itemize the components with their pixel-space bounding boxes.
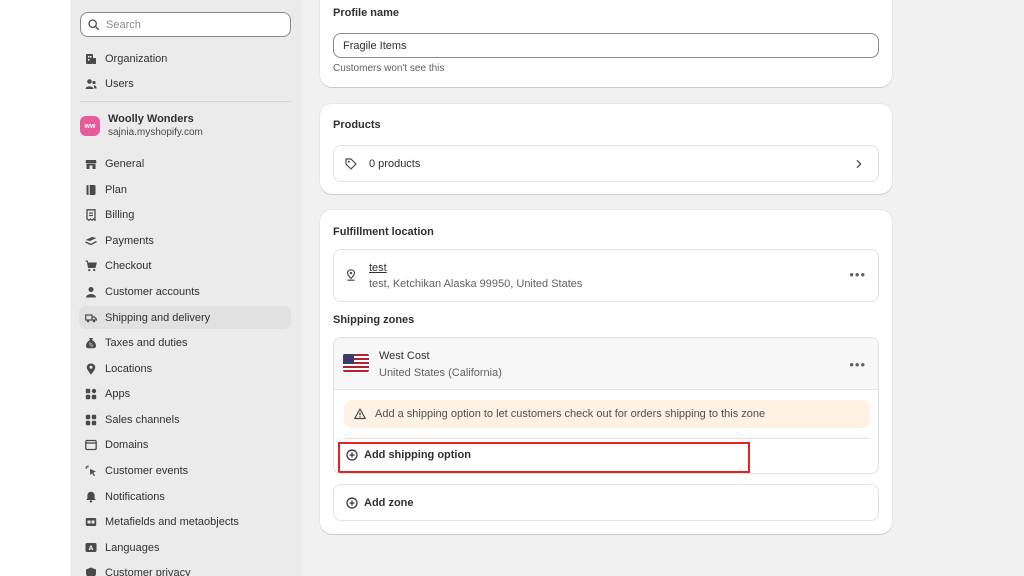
sidebar-item-organization[interactable]: Organization [79, 47, 291, 70]
shipping-warning-text: Add a shipping option to let customers c… [375, 408, 766, 420]
search-input[interactable]: Search [80, 12, 291, 37]
tax-icon: % [85, 337, 97, 349]
store-url: sajnia.myshopify.com [108, 127, 203, 138]
products-row[interactable]: 0 products [333, 145, 879, 182]
shipping-zone-box: West Cost United States (California) •••… [333, 337, 879, 474]
settings-sidebar: Search Organization Users ww Woolly Wond… [70, 0, 301, 576]
truck-icon [85, 312, 97, 324]
metafields-icon [85, 516, 97, 528]
globe-icon [85, 439, 97, 451]
svg-text:%: % [89, 342, 94, 348]
location-pin-icon [346, 269, 356, 281]
profile-name-hint: Customers won't see this [333, 63, 445, 74]
cart-icon [85, 259, 97, 272]
fulfillment-location-title: Fulfillment location [333, 226, 434, 238]
zone-region: United States (California) [379, 367, 502, 379]
shipping-zones-title: Shipping zones [333, 314, 415, 326]
sidebar-item-metafields[interactable]: Metafields and metaobjects [79, 510, 291, 533]
sidebar-item-billing[interactable]: Billing [79, 203, 291, 226]
sidebar-item-notifications[interactable]: Notifications [79, 485, 291, 508]
chevron-right-icon [856, 159, 862, 168]
location-name-link[interactable]: test [369, 262, 387, 274]
products-title: Products [333, 119, 381, 131]
tag-icon [345, 157, 357, 170]
sidebar-item-sales-channels[interactable]: Sales channels [79, 408, 291, 431]
sidebar-item-taxes-and-duties[interactable]: % Taxes and duties [79, 331, 291, 354]
store-name: Woolly Wonders [108, 113, 194, 125]
search-icon [88, 19, 100, 31]
sidebar-divider [80, 101, 291, 102]
left-gutter [0, 0, 70, 576]
warning-icon [354, 408, 366, 420]
location-address: test, Ketchikan Alaska 99950, United Sta… [369, 278, 583, 290]
users-icon [85, 78, 97, 90]
sidebar-item-apps[interactable]: Apps [79, 382, 291, 405]
products-card: Products 0 products [320, 104, 892, 194]
profile-name-card: Profile name Fragile Items Customers won… [320, 0, 892, 87]
sidebar-item-customer-privacy[interactable]: Customer privacy [79, 561, 291, 576]
add-zone-button[interactable]: Add zone [333, 484, 879, 521]
sidebar-item-customer-accounts[interactable]: Customer accounts [79, 280, 291, 303]
main-content: Profile name Fragile Items Customers won… [301, 0, 1024, 576]
us-flag-icon [343, 354, 369, 372]
sidebar-item-users[interactable]: Users [79, 72, 291, 95]
zone-header: West Cost United States (California) ••• [334, 338, 878, 390]
profile-name-input[interactable]: Fragile Items [333, 33, 879, 58]
sidebar-item-domains[interactable]: Domains [79, 433, 291, 456]
payments-icon [85, 235, 97, 247]
sidebar-item-customer-events[interactable]: Customer events [79, 459, 291, 482]
sidebar-item-payments[interactable]: Payments [79, 229, 291, 252]
billing-icon [85, 208, 97, 221]
sidebar-item-languages[interactable]: A Languages [79, 536, 291, 559]
svg-text:A: A [89, 545, 94, 552]
fulfillment-location-row: test test, Ketchikan Alaska 99950, Unite… [333, 249, 879, 302]
sidebar-item-general[interactable]: General [79, 152, 291, 175]
zone-more-icon[interactable]: ••• [849, 357, 866, 372]
sidebar-item-locations[interactable]: Locations [79, 357, 291, 380]
shipping-warning-banner: Add a shipping option to let customers c… [344, 400, 870, 428]
store-switcher[interactable]: ww Woolly Wonders sajnia.myshopify.com [80, 113, 203, 139]
location-more-icon[interactable]: ••• [849, 267, 866, 282]
store-icon [85, 158, 97, 170]
apps-icon [85, 388, 97, 400]
sidebar-item-plan[interactable]: Plan [79, 178, 291, 201]
bell-icon [85, 491, 97, 503]
zone-name: West Cost [379, 350, 430, 362]
organization-icon [85, 53, 97, 65]
highlight-box [338, 442, 750, 473]
plan-icon [85, 184, 97, 196]
fulfillment-card: Fulfillment location test test, Ketchika… [320, 210, 892, 534]
channels-icon [85, 414, 97, 426]
location-icon [85, 363, 97, 375]
store-avatar: ww [80, 116, 100, 136]
language-icon: A [85, 542, 97, 554]
person-icon [85, 286, 97, 298]
privacy-icon [85, 567, 97, 576]
cursor-icon [85, 465, 97, 477]
zone-divider [344, 438, 870, 439]
plus-circle-icon [346, 496, 358, 509]
sidebar-item-checkout[interactable]: Checkout [79, 254, 291, 277]
profile-name-title: Profile name [333, 7, 400, 19]
sidebar-item-shipping-and-delivery[interactable]: Shipping and delivery [79, 306, 291, 329]
search-placeholder: Search [106, 18, 141, 31]
products-count: 0 products [369, 157, 421, 170]
